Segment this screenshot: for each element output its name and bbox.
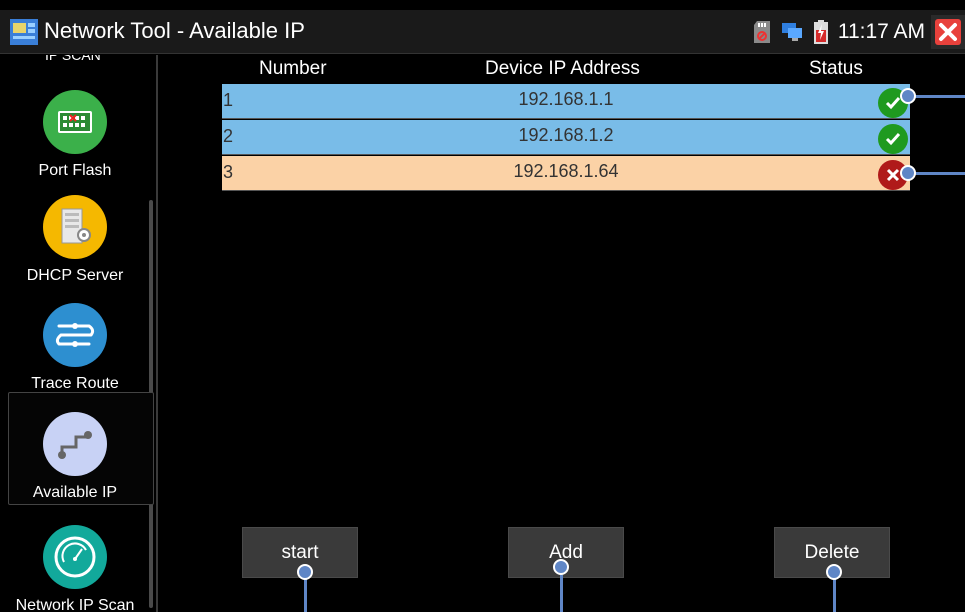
row-ip: 192.168.1.1 [518,89,614,109]
row-ip: 192.168.1.64 [513,161,619,181]
sidebar-item-label: Port Flash [38,162,112,179]
header-ip: Device IP Address [485,58,640,79]
sidebar-item-trace-route[interactable]: Trace Route [0,303,150,393]
callout-line-start [304,575,307,612]
network-ip-scan-icon [43,525,107,589]
callout-line-delete [833,575,836,612]
header-status: Status [809,58,863,79]
callout-dot-start [297,564,313,580]
callout-line-available [910,95,965,98]
network-icon [781,23,802,41]
status-icons: 11:17 AM [753,10,965,54]
dhcp-server-icon [43,195,107,259]
sidebar-item-label: DHCP Server [26,267,124,284]
close-icon [935,19,961,45]
port-flash-icon [43,90,107,154]
sd-card-icon [753,21,770,43]
title-bar: Network Tool - Available IP 11:17 AM [0,10,965,54]
sidebar-item-label: Trace Route [31,375,119,392]
network-tool-app-icon [10,19,38,45]
callout-dot-available [900,88,916,104]
sidebar: IP SCAN Port Flash DHCP Server Trace Rou… [0,55,158,612]
table-row[interactable]: 2 192.168.1.2 [222,120,910,155]
callout-line-occupied [910,172,965,175]
check-icon [878,124,908,154]
callout-dot-add [553,559,569,575]
sidebar-item-label: Network IP Scan [15,597,135,612]
close-button[interactable] [931,15,965,49]
table-row[interactable]: 3 192.168.1.64 [222,156,910,191]
sidebar-item-port-flash[interactable]: Port Flash [0,90,150,180]
table-row[interactable]: 1 192.168.1.1 [222,84,910,119]
sidebar-item-dhcp-server[interactable]: DHCP Server [0,195,150,285]
callout-dot-delete [826,564,842,580]
callout-dot-occupied [900,165,916,181]
sidebar-item-ip-scan-label[interactable]: IP SCAN [45,55,101,63]
clock: 11:17 AM [837,20,925,43]
header-number: Number [259,58,327,79]
table-header: Number Device IP Address Status [222,58,912,84]
battery-icon [813,20,828,44]
available-ip-icon [43,412,107,476]
sidebar-item-available-ip[interactable]: Available IP [0,412,150,502]
trace-route-icon [43,303,107,367]
callout-line-add [560,575,563,612]
sidebar-item-network-ip-scan[interactable]: Network IP Scan [0,525,150,612]
row-ip: 192.168.1.2 [518,125,614,145]
window-title: Network Tool - Available IP [44,18,305,43]
sidebar-item-label: Available IP [32,484,118,501]
